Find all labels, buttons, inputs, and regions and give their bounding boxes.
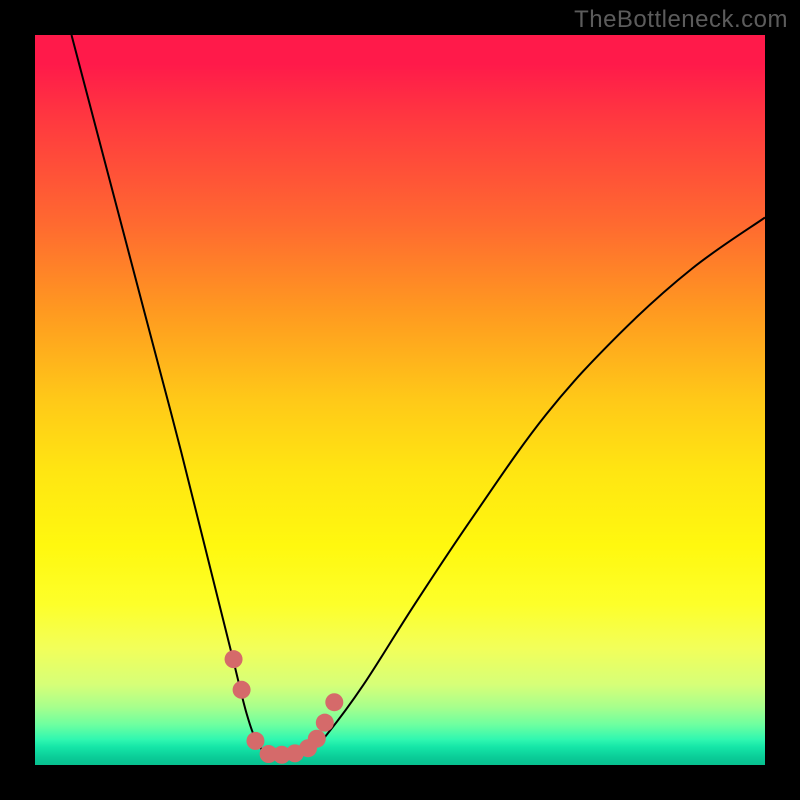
highlight-dot — [325, 693, 343, 711]
chart-frame: TheBottleneck.com — [0, 0, 800, 800]
plot-area — [35, 35, 765, 765]
highlight-dot — [308, 730, 326, 748]
highlight-dot-group — [225, 650, 344, 764]
bottleneck-curve-line — [72, 35, 766, 755]
watermark-text: TheBottleneck.com — [574, 6, 788, 34]
highlight-dot — [225, 650, 243, 668]
chart-svg — [35, 35, 765, 765]
bottleneck-curve-path — [72, 35, 766, 755]
highlight-dot — [316, 714, 334, 732]
highlight-dot — [233, 681, 251, 699]
highlight-dot — [246, 732, 264, 750]
